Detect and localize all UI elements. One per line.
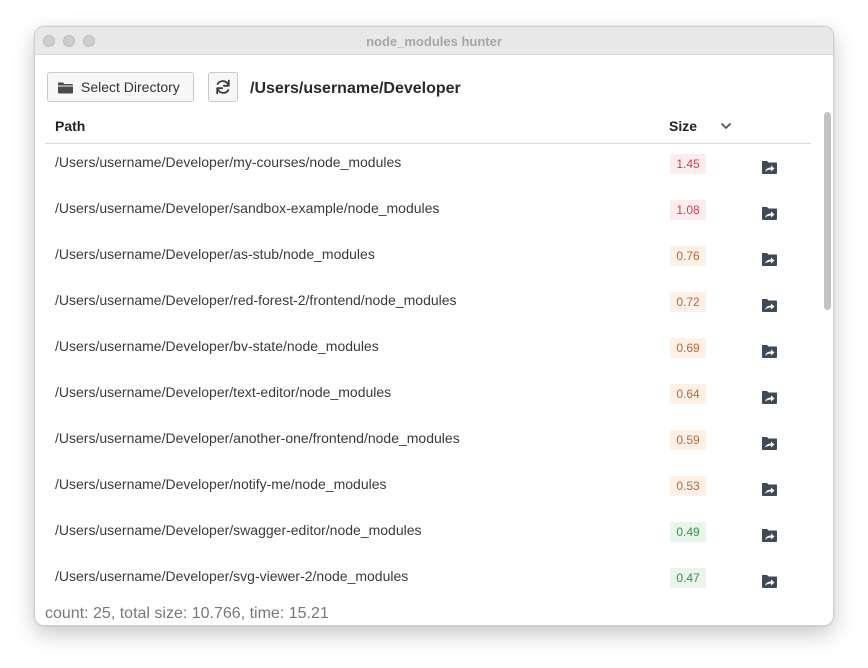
size-badge: 0.53 (670, 476, 706, 496)
open-folder-icon[interactable] (761, 389, 779, 405)
table-row: /Users/username/Developer/notify-me/node… (45, 467, 811, 513)
table-row: /Users/username/Developer/my-courses/nod… (45, 145, 811, 191)
refresh-icon (216, 79, 230, 95)
app-window: node_modules hunter Select Directory /Us… (34, 26, 834, 626)
table-row: /Users/username/Developer/bv-state/node_… (45, 329, 811, 375)
size-badge: 0.76 (670, 246, 706, 266)
open-folder-icon[interactable] (761, 159, 779, 175)
open-folder-icon[interactable] (761, 297, 779, 313)
select-directory-label: Select Directory (81, 79, 180, 95)
refresh-button[interactable] (208, 72, 238, 102)
open-folder-icon[interactable] (761, 205, 779, 221)
size-badge: 0.64 (670, 384, 706, 404)
folder-icon (58, 82, 73, 93)
title-bar: node_modules hunter (35, 27, 833, 55)
row-path: /Users/username/Developer/swagger-editor… (55, 522, 422, 538)
row-path: /Users/username/Developer/svg-viewer-2/n… (55, 568, 409, 584)
open-folder-icon[interactable] (761, 343, 779, 359)
table-row: /Users/username/Developer/another-one/fr… (45, 421, 811, 467)
open-folder-icon[interactable] (761, 251, 779, 267)
table-row: /Users/username/Developer/text-editor/no… (45, 375, 811, 421)
size-badge: 0.59 (670, 430, 706, 450)
results-table: Path Size /Users/username/Developer/my-c… (45, 109, 811, 599)
row-path: /Users/username/Developer/bv-state/node_… (55, 338, 379, 354)
row-path: /Users/username/Developer/my-courses/nod… (55, 154, 402, 170)
row-path: /Users/username/Developer/notify-me/node… (55, 476, 387, 492)
vertical-scrollbar[interactable] (822, 109, 833, 599)
size-badge: 0.47 (670, 568, 706, 588)
size-badge: 0.72 (670, 292, 706, 312)
path-column-header: Path (55, 118, 86, 134)
current-directory: /Users/username/Developer (250, 80, 461, 97)
select-directory-button[interactable]: Select Directory (47, 72, 194, 102)
size-badge: 1.08 (670, 200, 706, 220)
row-path: /Users/username/Developer/red-forest-2/f… (55, 292, 457, 308)
row-path: /Users/username/Developer/another-one/fr… (55, 430, 460, 446)
size-badge: 1.45 (670, 154, 706, 174)
window-title: node_modules hunter (366, 34, 502, 49)
status-bar: count: 25, total size: 10.766, time: 15.… (45, 605, 329, 622)
size-column-header[interactable]: Size (669, 118, 697, 134)
open-folder-icon[interactable] (761, 573, 779, 589)
size-badge: 0.49 (670, 522, 706, 542)
table-row: /Users/username/Developer/sandbox-exampl… (45, 191, 811, 237)
table-row: /Users/username/Developer/as-stub/node_m… (45, 237, 811, 283)
row-path: /Users/username/Developer/sandbox-exampl… (55, 200, 440, 216)
open-folder-icon[interactable] (761, 435, 779, 451)
table-row: /Users/username/Developer/red-forest-2/f… (45, 283, 811, 329)
size-badge: 0.69 (670, 338, 706, 358)
row-path: /Users/username/Developer/as-stub/node_m… (55, 246, 375, 262)
table-row: /Users/username/Developer/swagger-editor… (45, 513, 811, 559)
open-folder-icon[interactable] (761, 527, 779, 543)
table-header: Path Size (45, 109, 811, 144)
scroll-thumb[interactable] (824, 112, 831, 310)
row-path: /Users/username/Developer/text-editor/no… (55, 384, 392, 400)
chevron-down-icon[interactable] (719, 119, 733, 133)
table-row: /Users/username/Developer/svg-viewer-2/n… (45, 559, 811, 599)
open-folder-icon[interactable] (761, 481, 779, 497)
